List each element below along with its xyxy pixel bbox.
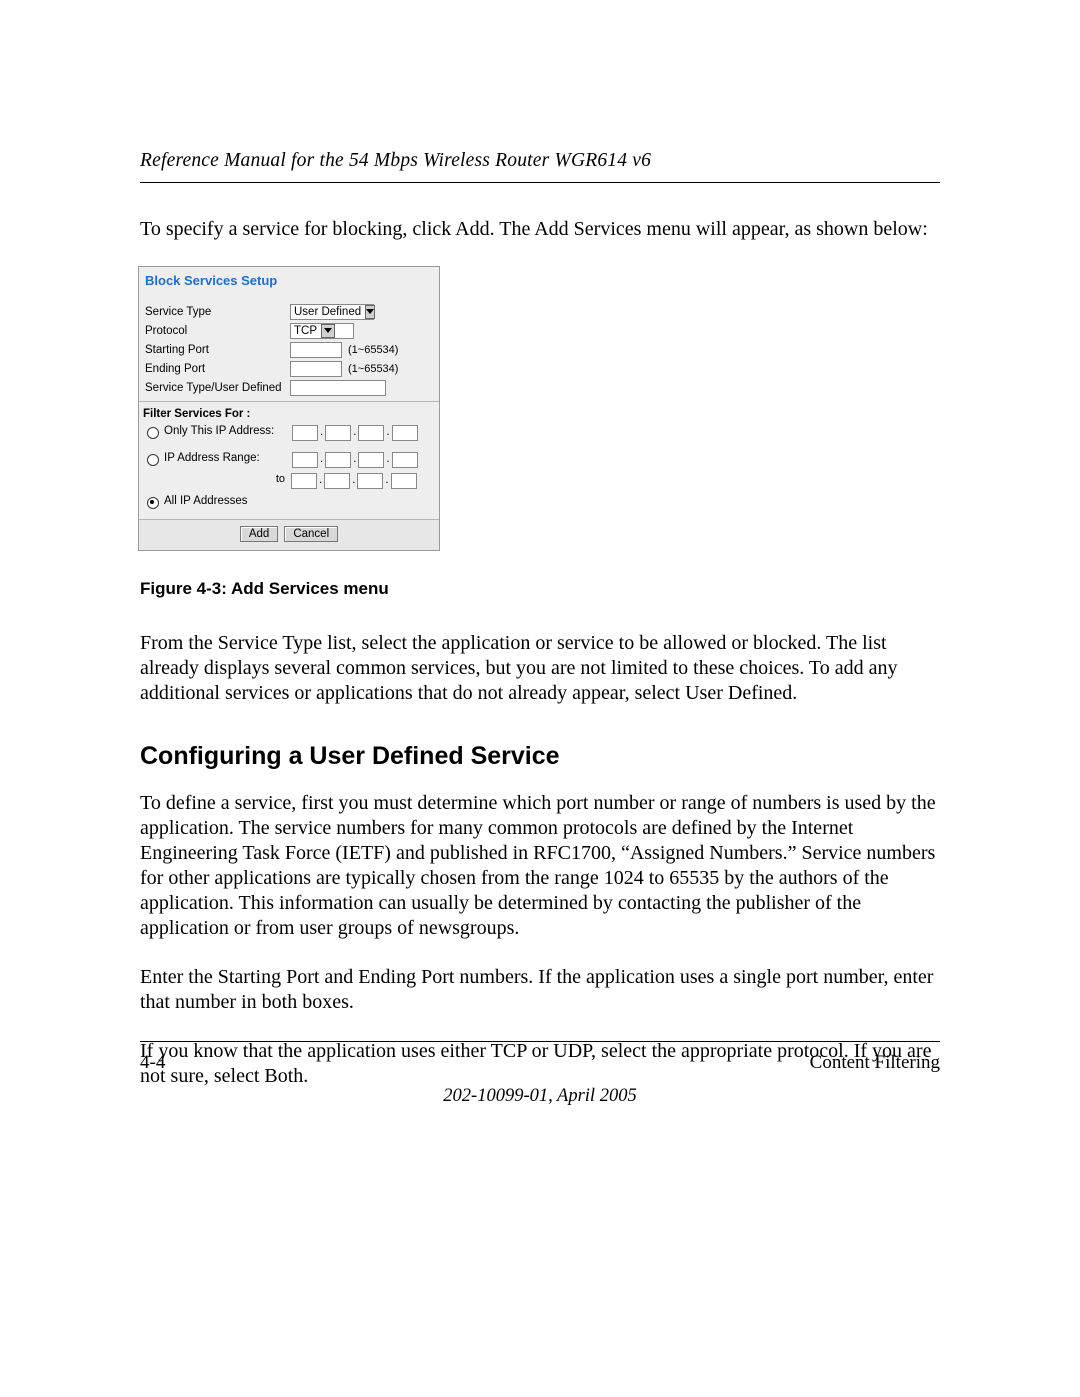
ip-only-group: . . . — [292, 425, 418, 441]
ip-oct-1[interactable] — [292, 425, 318, 441]
paragraph-after-figure: From the Service Type list, select the a… — [140, 631, 940, 706]
ip-range-from-group: . . . — [292, 452, 418, 468]
select-service-type-value: User Defined — [294, 304, 361, 320]
row-only-this-ip: Only This IP Address: . . . — [139, 422, 439, 444]
footer-section-name: Content Filtering — [810, 1052, 940, 1074]
dot-icon: . — [351, 474, 356, 488]
dot-icon: . — [352, 426, 357, 440]
hint-starting-port: (1~65534) — [348, 344, 398, 356]
ip-from-4[interactable] — [392, 452, 418, 468]
chevron-down-icon — [321, 324, 335, 338]
select-protocol-value: TCP — [294, 323, 317, 339]
label-protocol: Protocol — [145, 325, 290, 337]
dot-icon: . — [319, 453, 324, 467]
label-ending-port: Ending Port — [145, 363, 290, 375]
label-ip-range: IP Address Range: — [164, 452, 292, 464]
screenshot-title: Block Services Setup — [139, 267, 439, 302]
dot-icon: . — [319, 426, 324, 440]
label-service-type: Service Type — [145, 306, 290, 318]
chevron-down-icon — [365, 305, 375, 319]
page-footer: 4-4 Content Filtering 202-10099-01, Apri… — [140, 1041, 940, 1107]
intro-paragraph: To specify a service for blocking, click… — [140, 217, 940, 242]
footer-docinfo: 202-10099-01, April 2005 — [140, 1086, 940, 1107]
row-ending-port: Ending Port (1~65534) — [139, 359, 439, 378]
row-user-defined: Service Type/User Defined — [139, 378, 439, 397]
hint-ending-port: (1~65534) — [348, 363, 398, 375]
ip-range-to-group: . . . — [291, 473, 417, 489]
dot-icon: . — [384, 474, 389, 488]
footer-rule — [140, 1041, 940, 1042]
ip-to-1[interactable] — [291, 473, 317, 489]
footer-page-number: 4-4 — [140, 1052, 165, 1074]
ip-oct-2[interactable] — [325, 425, 351, 441]
label-to: to — [145, 473, 291, 485]
body-paragraph-2: Enter the Starting Port and Ending Port … — [140, 965, 940, 1015]
radio-all-ip[interactable] — [147, 497, 159, 509]
ip-oct-3[interactable] — [358, 425, 384, 441]
dot-icon: . — [385, 426, 390, 440]
ip-from-1[interactable] — [292, 452, 318, 468]
dot-icon: . — [352, 453, 357, 467]
dot-icon: . — [318, 474, 323, 488]
row-ip-range-to: to . . . — [139, 471, 439, 492]
ip-from-3[interactable] — [358, 452, 384, 468]
filter-services-heading: Filter Services For : — [139, 404, 439, 422]
document-page: Reference Manual for the 54 Mbps Wireles… — [0, 0, 1080, 1397]
body-paragraph-1: To define a service, first you must dete… — [140, 791, 940, 941]
divider — [139, 401, 439, 402]
label-all-ip: All IP Addresses — [164, 495, 292, 507]
select-service-type[interactable]: User Defined — [290, 304, 374, 320]
ip-to-3[interactable] — [357, 473, 383, 489]
input-ending-port[interactable] — [290, 361, 342, 377]
ip-to-2[interactable] — [324, 473, 350, 489]
select-protocol[interactable]: TCP — [290, 323, 354, 339]
dot-icon: . — [385, 453, 390, 467]
row-ip-range: IP Address Range: . . . — [139, 444, 439, 471]
running-head: Reference Manual for the 54 Mbps Wireles… — [140, 150, 940, 183]
ip-to-4[interactable] — [391, 473, 417, 489]
input-user-defined[interactable] — [290, 380, 386, 396]
ip-from-2[interactable] — [325, 452, 351, 468]
row-starting-port: Starting Port (1~65534) — [139, 340, 439, 359]
section-heading: Configuring a User Defined Service — [140, 742, 940, 771]
radio-ip-range[interactable] — [147, 454, 159, 466]
input-starting-port[interactable] — [290, 342, 342, 358]
cancel-button[interactable]: Cancel — [284, 526, 338, 542]
row-service-type: Service Type User Defined — [139, 302, 439, 321]
label-user-defined: Service Type/User Defined — [145, 382, 290, 394]
button-row: Add Cancel — [139, 519, 439, 550]
ip-oct-4[interactable] — [392, 425, 418, 441]
label-only-this-ip: Only This IP Address: — [164, 425, 292, 437]
screenshot-block-services-setup: Block Services Setup Service Type User D… — [138, 266, 440, 551]
add-button[interactable]: Add — [240, 526, 278, 542]
figure-caption: Figure 4-3: Add Services menu — [140, 579, 940, 599]
label-starting-port: Starting Port — [145, 344, 290, 356]
row-all-ip: All IP Addresses — [139, 492, 439, 515]
radio-only-this-ip[interactable] — [147, 427, 159, 439]
row-protocol: Protocol TCP — [139, 321, 439, 340]
